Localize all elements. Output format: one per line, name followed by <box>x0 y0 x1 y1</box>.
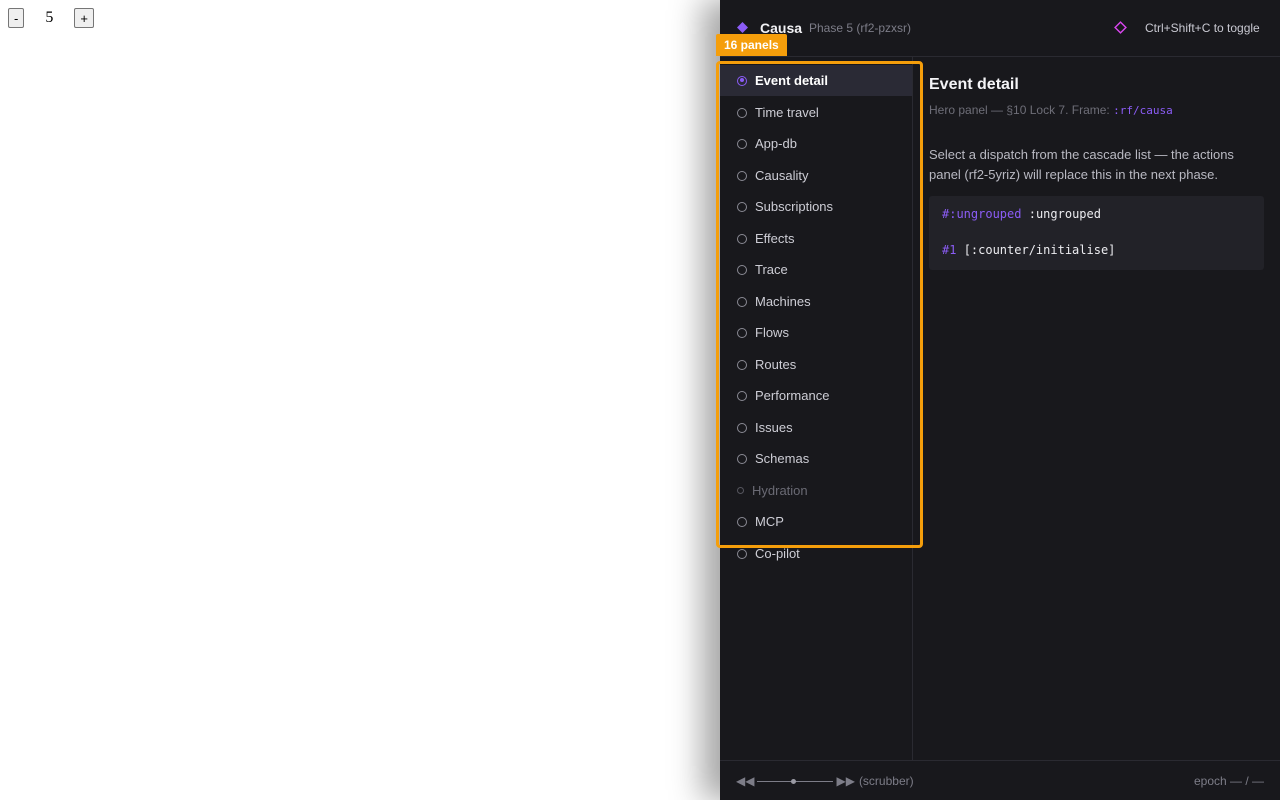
overlay-badge: 16 panels <box>716 34 787 56</box>
radio-dot-icon <box>737 170 747 181</box>
nav-item-causality[interactable]: Causality <box>720 160 912 191</box>
radio-dot-icon <box>737 422 747 433</box>
panel-subtitle: Hero panel — §10 Lock 7. Frame: :rf/caus… <box>929 103 1173 117</box>
devtools-panel: Causa Phase 5 (rf2-pzxsr) Ctrl+Shift+C t… <box>720 0 1280 800</box>
nav-item-label: Flows <box>755 325 789 340</box>
radio-dot-icon <box>737 138 747 149</box>
code-value: [:counter/initialise] <box>963 243 1116 257</box>
nav-item-schemas[interactable]: Schemas <box>720 443 912 474</box>
radio-dot-icon <box>737 390 747 401</box>
phase-label: Phase 5 (rf2-pzxsr) <box>809 21 912 35</box>
nav-item-label: Issues <box>755 420 793 435</box>
devtools-footer: ◀◀ ▶▶ (scrubber) epoch — / — <box>720 760 1280 800</box>
decrement-button[interactable]: - <box>8 8 25 28</box>
rewind-icon[interactable]: ◀◀ <box>736 774 754 788</box>
nav-item-label: Routes <box>755 357 797 372</box>
nav-item-label: Causality <box>755 168 809 183</box>
code-tag: #1 <box>942 243 957 257</box>
nav-item-label: Performance <box>755 388 830 403</box>
nav-item-label: Time travel <box>755 105 819 120</box>
radio-dot-icon <box>737 107 747 118</box>
code-value: :ungrouped <box>1028 207 1101 221</box>
nav-item-label: Machines <box>755 294 811 309</box>
nav-item-label: Hydration <box>752 483 808 498</box>
nav-item-label: Subscriptions <box>755 199 834 214</box>
nav-item-label: Co-pilot <box>755 546 800 561</box>
radio-dot-icon <box>737 296 747 307</box>
diamond-outline-icon[interactable] <box>1114 21 1127 34</box>
forward-icon[interactable]: ▶▶ <box>836 774 854 788</box>
nav-item-machines[interactable]: Machines <box>720 286 912 317</box>
radio-dot-icon <box>737 359 747 370</box>
nav-item-label: Schemas <box>755 451 810 466</box>
counter-value: 5 <box>45 9 54 26</box>
code-line-event: #1 [:counter/initialise] <box>942 243 1115 257</box>
nav-item-effects[interactable]: Effects <box>720 223 912 254</box>
nav-item-label: Effects <box>755 231 795 246</box>
nav-item-label: App-db <box>755 136 797 151</box>
radio-dot-icon <box>737 327 747 338</box>
subtitle-text: Hero panel — §10 Lock 7. Frame: <box>929 103 1114 117</box>
radio-dot-icon <box>737 264 747 275</box>
scrubber-track[interactable] <box>757 778 834 784</box>
scrubber-label: (scrubber) <box>858 774 914 788</box>
nav-item-trace[interactable]: Trace <box>720 254 912 285</box>
event-detail-panel: Event detail Hero panel — §10 Lock 7. Fr… <box>913 57 1280 760</box>
toggle-shortcut-hint: Ctrl+Shift+C to toggle <box>1145 21 1260 35</box>
epoch-scrubber[interactable]: ◀◀ ▶▶ (scrubber) <box>736 774 914 788</box>
nav-item-co-pilot[interactable]: Co-pilot <box>720 538 912 569</box>
radio-dot-icon <box>737 201 747 212</box>
radio-dot-icon <box>737 516 747 527</box>
diamond-logo-icon <box>737 22 748 33</box>
radio-dot-icon <box>737 75 747 86</box>
scrubber-knob[interactable] <box>791 778 797 784</box>
nav-item-performance[interactable]: Performance <box>720 380 912 411</box>
code-line-group: #:ungrouped :ungrouped <box>942 207 1101 221</box>
radio-dot-icon <box>737 453 747 464</box>
panel-title: Event detail <box>929 76 1019 93</box>
nav-item-event-detail[interactable]: Event detail <box>720 65 912 96</box>
epoch-readout: epoch — / — <box>1193 774 1264 788</box>
code-tag: #:ungrouped <box>942 207 1022 221</box>
nav-item-label: Trace <box>755 262 788 277</box>
nav-item-label: MCP <box>755 514 784 529</box>
devtools-header: Causa Phase 5 (rf2-pzxsr) Ctrl+Shift+C t… <box>720 0 1280 57</box>
radio-dot-icon <box>737 548 747 559</box>
nav-item-issues[interactable]: Issues <box>720 412 912 443</box>
event-code-block: #:ungrouped :ungrouped #1 [:counter/init… <box>929 196 1264 270</box>
increment-button[interactable]: + <box>74 8 94 28</box>
nav-item-label: Event detail <box>755 73 828 88</box>
nav-item-routes[interactable]: Routes <box>720 349 912 380</box>
radio-dot-icon <box>737 487 744 494</box>
nav-item-subscriptions[interactable]: Subscriptions <box>720 191 912 222</box>
nav-item-time-travel[interactable]: Time travel <box>720 97 912 128</box>
nav-item-flows[interactable]: Flows <box>720 317 912 348</box>
panel-nav: Event detail Time travel App-db Causalit… <box>720 57 913 760</box>
nav-item-mcp[interactable]: MCP <box>720 506 912 537</box>
nav-item-hydration: Hydration <box>720 475 912 506</box>
frame-id: :rf/causa <box>1113 104 1173 117</box>
nav-item-app-db[interactable]: App-db <box>720 128 912 159</box>
counter-widget: - 5 + <box>8 8 94 28</box>
panel-description: Select a dispatch from the cascade list … <box>929 147 1234 182</box>
radio-dot-icon <box>737 233 747 244</box>
